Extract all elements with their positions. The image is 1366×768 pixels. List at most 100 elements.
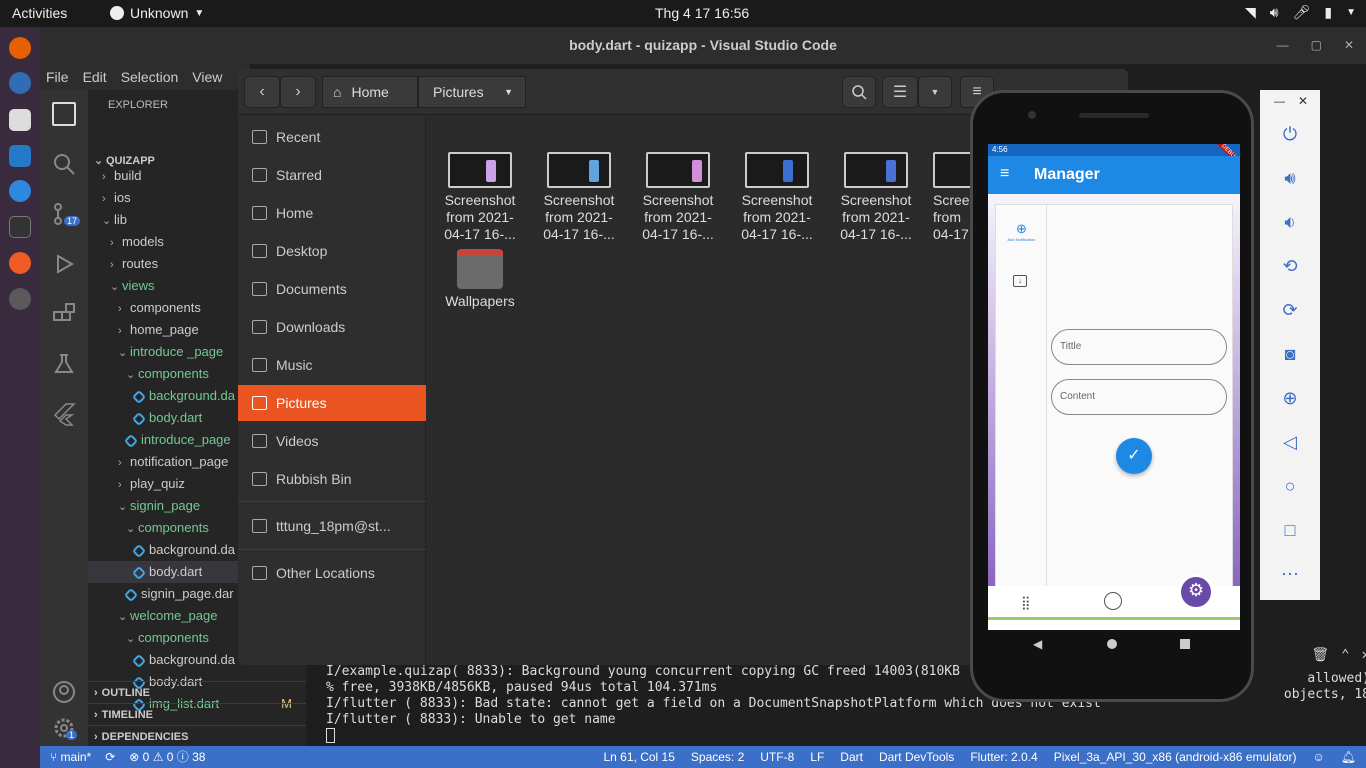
explorer-icon[interactable]	[52, 102, 76, 126]
screenshot-button[interactable]: ◙	[1279, 343, 1301, 365]
search-icon[interactable]	[52, 152, 76, 176]
menu-icon[interactable]: ≡	[1000, 165, 1009, 183]
place-pictures[interactable]: Pictures	[238, 385, 426, 421]
rotate-right-button[interactable]: ⟳	[1279, 299, 1301, 321]
status-item[interactable]: Pixel_3a_API_30_x86 (android-x86 emulato…	[1054, 746, 1297, 768]
postman-icon[interactable]	[9, 252, 31, 274]
activities-button[interactable]: Activities	[12, 5, 67, 21]
vscode-icon[interactable]	[9, 145, 31, 167]
overview-nav-button[interactable]: □	[1279, 519, 1301, 541]
breadcrumb-home[interactable]: ⌂ Home	[322, 76, 418, 108]
place-starred[interactable]: Starred	[238, 157, 426, 193]
power-button[interactable]: ⏻	[1279, 123, 1301, 145]
back-button[interactable]: ‹	[244, 76, 280, 108]
minimize-button[interactable]: —	[1277, 27, 1289, 64]
android-emulator-icon[interactable]	[9, 288, 31, 310]
screenshot-file[interactable]: Scree from 04-17	[933, 152, 975, 243]
menu-view[interactable]: View	[192, 64, 222, 90]
overview-square-icon[interactable]	[1180, 639, 1190, 649]
firefox-icon[interactable]	[9, 37, 31, 59]
screenshot-file[interactable]: Screenshot from 2021-04-17 16-...	[636, 152, 720, 243]
close-emulator-button[interactable]: ✕	[1298, 94, 1308, 108]
status-item[interactable]: Ln 61, Col 15	[604, 746, 675, 768]
screenshot-file[interactable]: Screenshot from 2021-04-17 16-...	[735, 152, 819, 243]
trash-icon[interactable]: 🗑︎	[1311, 647, 1329, 663]
extensions-icon[interactable]	[52, 302, 76, 326]
search-button[interactable]	[842, 76, 876, 108]
settings-fab[interactable]: ⚙	[1178, 574, 1214, 610]
status-item[interactable]: Dart DevTools	[879, 746, 954, 768]
content-field[interactable]: Content	[1051, 379, 1227, 415]
app-menu[interactable]: Unknown ▼	[110, 5, 204, 21]
forward-button[interactable]: ›	[280, 76, 316, 108]
problems-indicator[interactable]: ⊗ 0 ⚠ 0 ⓘ 38	[129, 746, 205, 768]
zoom-button[interactable]: ⊕	[1279, 387, 1301, 409]
submit-fab[interactable]: ✓	[1116, 438, 1152, 474]
folder-item[interactable]: Wallpapers	[438, 249, 522, 310]
timeline-section[interactable]: › TIMELINE	[88, 703, 306, 725]
home-circle-icon[interactable]	[1107, 639, 1117, 649]
breadcrumb-current[interactable]: Pictures ▼	[418, 76, 526, 108]
screenshot-file[interactable]: Screenshot from 2021-04-17 16-...	[537, 152, 621, 243]
place-remote-mount[interactable]: tttung_18pm@st...	[238, 508, 426, 544]
place-recent[interactable]: Recent	[238, 119, 426, 155]
flutter-icon[interactable]	[52, 402, 76, 426]
terminal-icon[interactable]	[9, 216, 31, 238]
title-field[interactable]: Tittle	[1051, 329, 1227, 365]
outline-section[interactable]: › OUTLINE	[88, 681, 306, 703]
testing-icon[interactable]	[52, 352, 76, 376]
files-icon[interactable]	[9, 109, 31, 131]
back-triangle-icon[interactable]: ◀	[1033, 637, 1042, 651]
view-list-button[interactable]: ☰	[882, 76, 918, 108]
place-videos[interactable]: Videos	[238, 423, 426, 459]
feedback-icon[interactable]: ☺	[1313, 746, 1325, 768]
apps-grid-icon[interactable]: ⣿	[1021, 595, 1031, 611]
menu-file[interactable]: File	[46, 64, 69, 90]
view-options-button[interactable]: ▼	[918, 76, 952, 108]
screenshot-file[interactable]: Screenshot from 2021-04-17 16-...	[438, 152, 522, 243]
maximize-button[interactable]: ▢	[1311, 27, 1322, 64]
status-item[interactable]: UTF-8	[760, 746, 794, 768]
place-other-locations[interactable]: Other Locations	[238, 555, 426, 591]
dependencies-section[interactable]: › DEPENDENCIES	[88, 725, 306, 746]
chrome-icon[interactable]	[9, 180, 31, 202]
settings-gear-icon[interactable]: 1	[52, 716, 78, 740]
bell-icon[interactable]: 🔔︎	[1341, 746, 1356, 768]
menu-edit[interactable]: Edit	[83, 64, 107, 90]
system-tray[interactable]: ◥ 🔊︎ 🎤︎ ▮ ▼	[1245, 4, 1356, 21]
place-music[interactable]: Music	[238, 347, 426, 383]
add-notification-destination[interactable]: ⊕ Add Notification	[1000, 221, 1043, 242]
home-nav-button[interactable]: ○	[1279, 475, 1301, 497]
place-rubbish-bin[interactable]: Rubbish Bin	[238, 461, 426, 497]
status-item[interactable]: LF	[810, 746, 824, 768]
close-panel-icon[interactable]: ✕	[1362, 647, 1366, 663]
download-icon[interactable]: ↓	[1013, 275, 1027, 287]
source-control-icon[interactable]: 17	[52, 202, 81, 226]
thunderbird-icon[interactable]	[9, 72, 31, 94]
clock[interactable]: Thg 4 17 16:56	[655, 5, 749, 21]
menu-selection[interactable]: Selection	[121, 64, 179, 90]
status-item[interactable]: Flutter: 2.0.4	[970, 746, 1037, 768]
sync-icon[interactable]: ⟳	[105, 746, 115, 768]
place-documents[interactable]: Documents	[238, 271, 426, 307]
place-desktop[interactable]: Desktop	[238, 233, 426, 269]
phone-screen[interactable]: 4:56 DEBUG ≡ Manager ⊕ Add Notification …	[988, 144, 1240, 630]
run-debug-icon[interactable]	[52, 252, 76, 276]
chevron-down-icon: ⌄	[110, 281, 120, 293]
more-button[interactable]: ⋯	[1279, 563, 1301, 585]
profile-icon[interactable]	[1104, 592, 1122, 610]
account-icon[interactable]	[52, 680, 76, 704]
volume-up-button[interactable]: 🔊︎	[1279, 167, 1301, 189]
rotate-left-button[interactable]: ⟲	[1279, 255, 1301, 277]
branch-indicator[interactable]: ⑂ main*	[50, 746, 91, 768]
minimize-emulator-button[interactable]: —	[1274, 96, 1285, 108]
close-button[interactable]: ✕	[1344, 27, 1354, 64]
place-downloads[interactable]: Downloads	[238, 309, 426, 345]
chevron-up-icon[interactable]: ⌃	[1341, 647, 1349, 663]
back-nav-button[interactable]: ◁	[1279, 431, 1301, 453]
place-home[interactable]: Home	[238, 195, 426, 231]
status-item[interactable]: Spaces: 2	[691, 746, 744, 768]
status-item[interactable]: Dart	[840, 746, 863, 768]
screenshot-file[interactable]: Screenshot from 2021-04-17 16-...	[834, 152, 918, 243]
volume-down-button[interactable]: 🔉︎	[1279, 211, 1301, 233]
